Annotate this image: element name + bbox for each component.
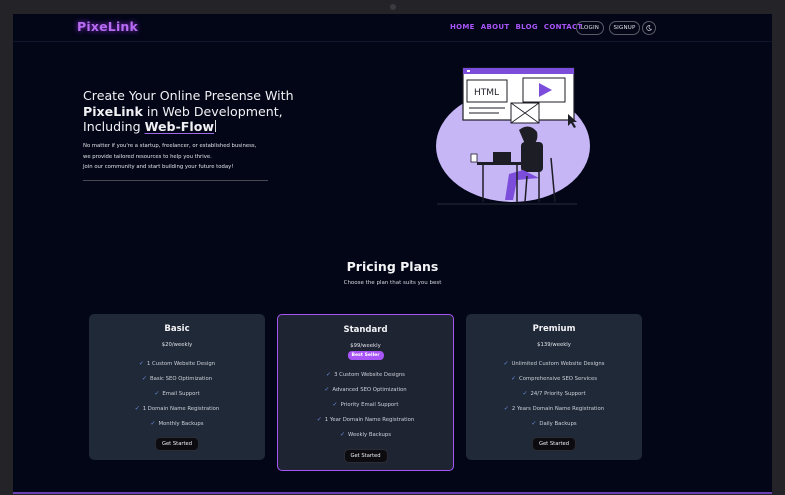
check-icon: ✓ (339, 431, 346, 438)
pricing-title: Pricing Plans (346, 259, 439, 274)
developer-illustration: HTML (436, 67, 590, 205)
check-icon: ✓ (324, 386, 330, 393)
check-icon: ✓ (134, 405, 140, 412)
plan-price: $20/weekly (161, 342, 193, 348)
plan-feature-text: 3 Custom Website Designs (334, 372, 405, 378)
nav-link-about[interactable]: ABOUT (481, 23, 510, 31)
hero-heading: Create Your Online Presense With PixeLin… (83, 88, 313, 135)
hero-line-1: Create Your Online Presense With (83, 88, 294, 103)
plan-name: Standard (343, 325, 388, 335)
hero-desc-line-1: No matter if you're a startup, freelance… (83, 143, 257, 149)
plan-feature: ✓ Advanced SEO Optimization (278, 386, 453, 393)
bottom-accent-line (13, 492, 772, 494)
get-started-button-basic[interactable]: Get Started (154, 437, 200, 451)
plan-card-premium: Premium $139/weekly ✓ Unlimited Custom We… (466, 314, 642, 460)
check-icon: ✓ (141, 375, 147, 382)
plan-feature: ✓ Monthly Backups (89, 420, 265, 427)
plan-feature: ✓ 1 Year Domain Name Registration (278, 416, 453, 423)
browser-viewport: PixeLink HOME ABOUT BLOG CONTACT LOGIN S… (13, 14, 772, 493)
nav-menu: HOME ABOUT BLOG CONTACT (450, 23, 583, 31)
best-seller-badge: Best Seller (347, 351, 384, 360)
plan-name: Premium (532, 324, 576, 334)
check-icon: ✓ (326, 371, 332, 378)
plan-feature: ✓ 1 Custom Website Design (89, 360, 265, 367)
typing-caret (215, 120, 217, 132)
plan-feature-text: Basic SEO Optimization (149, 376, 213, 382)
signup-button[interactable]: SIGNUP (609, 21, 640, 35)
plan-feature-text: Unlimited Custom Website Designs (511, 361, 605, 367)
navbar: PixeLink HOME ABOUT BLOG CONTACT LOGIN S… (13, 14, 772, 42)
plan-feature: ✓ Weekly Backups (278, 431, 453, 438)
hero-divider (83, 180, 268, 181)
plan-feature: ✓ Unlimited Custom Website Designs (466, 360, 642, 367)
plan-feature: ✓ Comprehensive SEO Services (466, 375, 642, 382)
check-icon: ✓ (332, 401, 338, 408)
login-button[interactable]: LOGIN (576, 21, 604, 35)
plan-feature: ✓ Daily Backups (466, 420, 642, 427)
plan-price: $99/weekly (350, 343, 381, 349)
plan-price: $139/weekly (537, 342, 571, 348)
check-icon: ✓ (503, 405, 509, 412)
nav-link-blog[interactable]: BLOG (515, 23, 537, 31)
plan-feature-text: 2 Years Domain Name Registration (511, 406, 605, 412)
plan-feature-text: Monthly Backups (158, 421, 204, 427)
plan-feature: ✓ Basic SEO Optimization (89, 375, 265, 382)
hero-line-2: PixeLink in Web Development, (83, 104, 313, 120)
camera-dot (390, 4, 396, 10)
plan-card-basic: Basic $20/weekly ✓ 1 Custom Website Desig… (89, 314, 265, 460)
theme-toggle-button[interactable] (642, 21, 656, 35)
plan-feature: ✓ 1 Domain Name Registration (89, 405, 265, 412)
check-icon: ✓ (316, 416, 322, 423)
plan-name: Basic (164, 324, 190, 334)
plan-feature-text: Advanced SEO Optimization (332, 387, 407, 393)
plan-feature: ✓ Priority Email Support (278, 401, 453, 408)
pricing-subtitle: Choose the plan that suits you best (343, 280, 442, 286)
moon-icon (646, 25, 652, 31)
hero-line-3: Including Web-Flow (83, 119, 313, 135)
check-icon: ✓ (511, 375, 517, 382)
plan-feature-text: Priority Email Support (340, 402, 399, 408)
hero-desc-line-3: Join our community and start building yo… (83, 164, 234, 171)
plan-feature: ✓ 3 Custom Website Designs (278, 371, 453, 378)
plan-card-standard: Standard $99/weekly Best Seller ✓ 3 Custo… (277, 314, 454, 471)
nav-link-home[interactable]: HOME (450, 23, 475, 31)
hero-brand: PixeLink (83, 103, 143, 119)
plan-feature-text: Email Support (162, 391, 200, 397)
plan-feature-text: 24/7 Priority Support (530, 391, 586, 397)
check-icon: ✓ (522, 390, 528, 397)
check-icon: ✓ (150, 420, 156, 427)
plan-feature: ✓ 2 Years Domain Name Registration (466, 405, 642, 412)
plan-feature-text: Daily Backups (539, 421, 577, 427)
check-icon: ✓ (531, 420, 537, 427)
plan-feature-text: Comprehensive SEO Services (519, 376, 597, 382)
illustration-html-text: HTML (474, 88, 499, 98)
check-icon: ✓ (138, 360, 144, 367)
hero-description: No matter if you're a startup, freelance… (83, 141, 303, 173)
check-icon: ✓ (154, 390, 160, 397)
hero-line-2-rest: in Web Development, (142, 103, 283, 119)
hero-line-3-prefix: Including (83, 119, 145, 134)
plan-feature-text: Weekly Backups (348, 432, 391, 438)
get-started-button-standard[interactable]: Get Started (343, 449, 388, 463)
hero-desc-line-2: we provide tailored resources to help yo… (83, 153, 212, 160)
plan-feature: ✓ 24/7 Priority Support (466, 390, 642, 397)
plan-feature: ✓ Email Support (89, 390, 265, 397)
typed-word: Web-Flow (144, 119, 215, 134)
check-icon: ✓ (503, 360, 509, 367)
plan-feature-text: 1 Custom Website Design (146, 361, 216, 367)
plan-feature-text: 1 Domain Name Registration (142, 406, 220, 412)
brand-logo[interactable]: PixeLink (77, 19, 138, 34)
plan-feature-text: 1 Year Domain Name Registration (324, 417, 415, 423)
get-started-button-premium[interactable]: Get Started (531, 437, 577, 451)
